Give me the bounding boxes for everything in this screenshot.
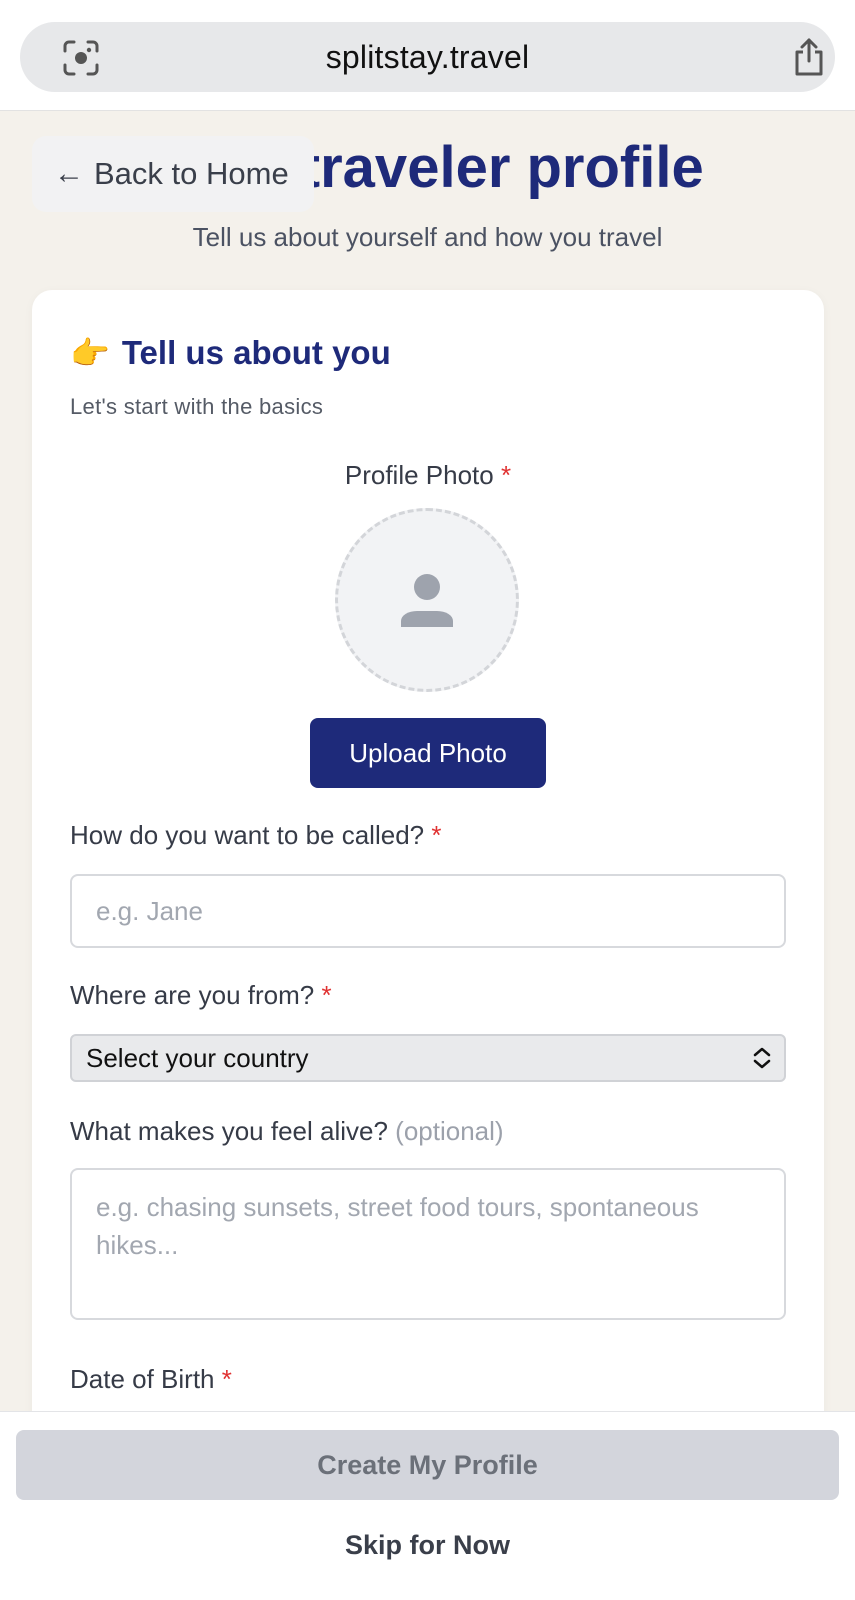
back-button-label: Back to Home	[94, 156, 289, 191]
dob-field-label: Date of Birth *	[70, 1364, 232, 1395]
bottom-action-bar: Create My Profile Skip for Now	[0, 1411, 855, 1600]
user-icon	[401, 574, 453, 627]
url-text[interactable]: splitstay.travel	[20, 22, 835, 92]
name-input[interactable]	[70, 874, 786, 948]
share-icon[interactable]	[790, 37, 828, 77]
chevron-up-down-icon	[753, 1047, 771, 1069]
profile-photo-label-text: Profile Photo	[344, 460, 494, 490]
country-select[interactable]: Select your country	[70, 1034, 786, 1082]
section-title: Tell us about you	[121, 334, 391, 371]
avatar-placeholder[interactable]	[335, 508, 519, 692]
pointing-hand-icon: 👉	[70, 335, 110, 371]
skip-for-now-button[interactable]: Skip for Now	[0, 1522, 855, 1568]
section-heading: 👉 Tell us about you	[70, 334, 391, 372]
section-subtitle: Let's start with the basics	[70, 394, 324, 419]
alive-field-label: What makes you feel alive? (optional)	[70, 1116, 504, 1147]
name-field-label-text: How do you want to be called?	[70, 820, 425, 850]
profile-photo-label: Profile Photo *	[32, 460, 824, 491]
profile-form-card: 👉 Tell us about you Let's start with the…	[32, 290, 824, 1600]
upload-photo-button[interactable]: Upload Photo	[310, 718, 546, 788]
optional-tag: (optional)	[395, 1116, 504, 1146]
create-profile-button[interactable]: Create My Profile	[16, 1430, 839, 1500]
required-asterisk: *	[321, 980, 332, 1010]
country-field-label: Where are you from? *	[70, 980, 332, 1011]
browser-toolbar: splitstay.travel	[0, 0, 855, 111]
country-select-value: Select your country	[86, 1042, 309, 1073]
name-field-label: How do you want to be called? *	[70, 820, 441, 851]
back-to-home-button[interactable]: ← Back to Home	[32, 136, 314, 212]
required-asterisk: *	[431, 820, 442, 850]
alive-field-label-text: What makes you feel alive?	[70, 1116, 388, 1146]
country-field-label-text: Where are you from?	[70, 980, 315, 1010]
required-asterisk: *	[500, 460, 512, 490]
address-bar[interactable]: splitstay.travel	[20, 22, 835, 92]
alive-textarea[interactable]	[70, 1168, 786, 1320]
required-asterisk: *	[221, 1364, 232, 1394]
dob-field-label-text: Date of Birth	[70, 1364, 215, 1394]
arrow-left-icon: ←	[54, 157, 84, 190]
page-subtitle: Tell us about yourself and how you trave…	[192, 222, 663, 252]
